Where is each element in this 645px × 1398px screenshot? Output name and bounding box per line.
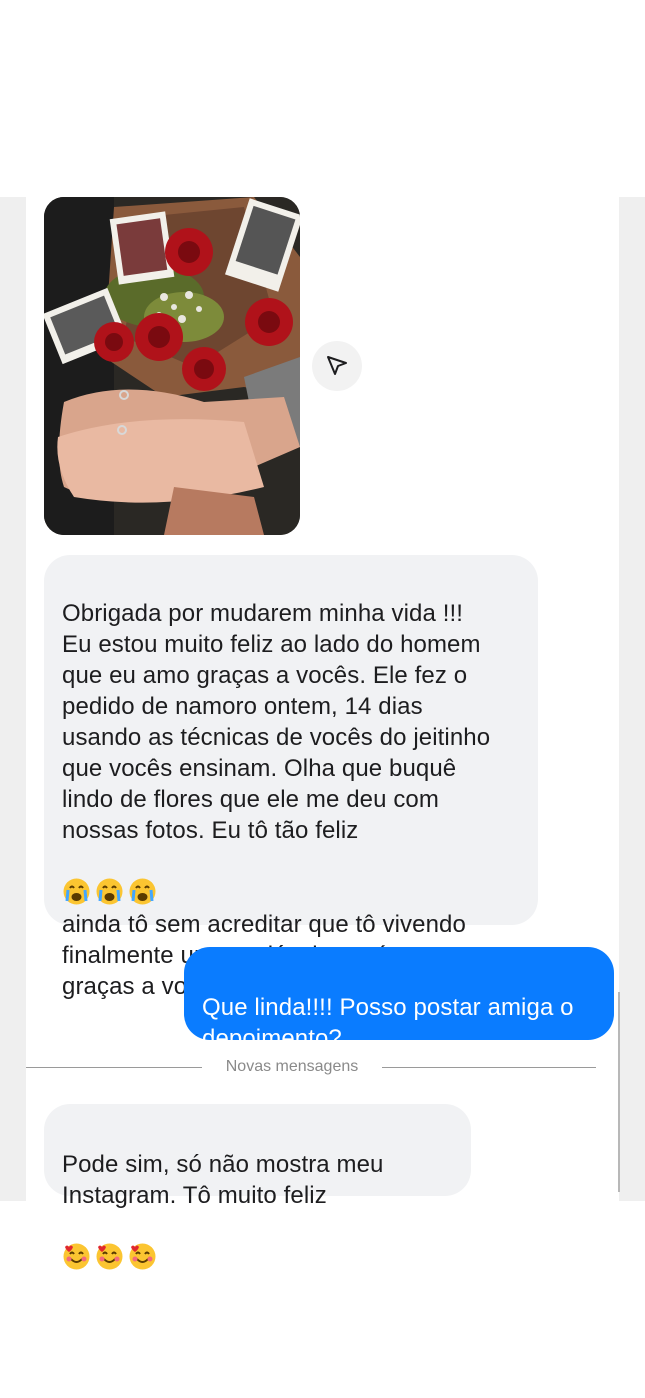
- message-text: Que linda!!!! Posso postar amiga o depoi…: [202, 994, 574, 1052]
- loudly-crying-face-icon: [128, 846, 157, 905]
- smiling-face-with-hearts-icon: [128, 1211, 157, 1270]
- message-text: Obrigada por mudarem minha vida !!! Eu e…: [62, 600, 491, 844]
- loudly-crying-face-icon: [62, 846, 91, 905]
- paper-plane-icon: [327, 356, 347, 375]
- sent-message-bubble[interactable]: Que linda!!!! Posso postar amiga o depoi…: [184, 947, 614, 1052]
- scrollbar[interactable]: [618, 992, 620, 1192]
- smiling-face-with-hearts-icon: [62, 1211, 91, 1270]
- loudly-crying-face-icon: [95, 846, 124, 905]
- new-messages-divider: Novas mensagens: [26, 1057, 596, 1081]
- chat-area: Obrigada por mudarem minha vida !!! Eu e…: [0, 197, 645, 1270]
- received-message-bubble[interactable]: Pode sim, só não mostra meu Instagram. T…: [44, 1104, 471, 1270]
- message-text: Pode sim, só não mostra meu Instagram. T…: [62, 1151, 384, 1209]
- smiling-face-with-hearts-icon: [95, 1211, 124, 1270]
- received-message-bubble[interactable]: Obrigada por mudarem minha vida !!! Eu e…: [44, 555, 538, 1000]
- photo-message[interactable]: [44, 197, 300, 535]
- share-button[interactable]: [312, 341, 362, 391]
- divider-label: Novas mensagens: [225, 1058, 359, 1075]
- right-gutter: [619, 197, 645, 1201]
- divider-line-left: [26, 1067, 202, 1068]
- left-gutter: [0, 197, 26, 1201]
- bouquet-photo: [44, 197, 300, 535]
- divider-line-right: [382, 1067, 596, 1068]
